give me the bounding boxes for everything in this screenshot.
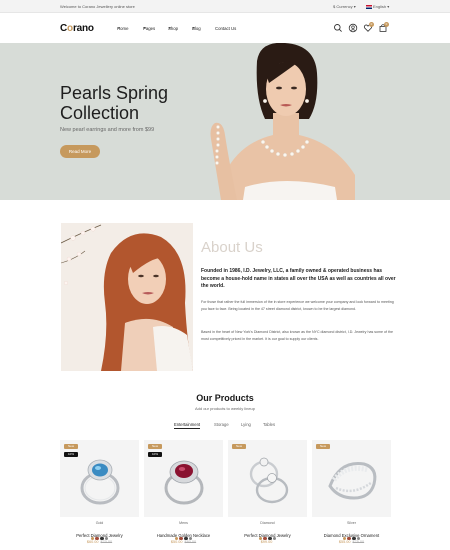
about-title: About Us [201, 239, 263, 256]
tab-tables[interactable]: Tables [263, 422, 275, 427]
about-paragraph: Based in the heart of New York's Diamond… [201, 330, 394, 341]
product-card[interactable]: New Diamond Perfect Diamond Jewelry $99.… [228, 440, 307, 550]
chevron-down-icon: ▾ [144, 26, 146, 30]
hero-banner: Pearls Spring Collection New pearl earrin… [0, 43, 450, 200]
read-more-button[interactable]: Read More [60, 145, 100, 158]
currency-label: $ Currency [333, 4, 353, 9]
product-price: $60.00 $70.00 [86, 540, 113, 544]
ring-image [80, 459, 120, 505]
product-price: $50.00 $80.00 [170, 540, 197, 544]
product-card[interactable]: New 10% Mens Handmade Golden Necklace $5… [144, 440, 223, 550]
chevron-down-icon: ▾ [169, 26, 171, 30]
new-badge: New [148, 444, 162, 449]
product-category[interactable]: Mens [144, 521, 223, 525]
about-image [61, 223, 193, 371]
products-subtitle: Add our products to weekly lineup [194, 406, 256, 411]
product-category[interactable]: Diamond [228, 521, 307, 525]
ring-image [328, 461, 377, 500]
hero-title: Pearls Spring Collection [60, 83, 169, 123]
product-card[interactable]: New Silver Diamond Exclusive Ornament $5… [312, 440, 391, 550]
language-selector[interactable]: English ▾ [366, 4, 389, 9]
product-price: $99.00 [260, 540, 273, 544]
welcome-text: Welcome to Corano Jewellery online store [60, 4, 135, 9]
sale-badge: 10% [148, 452, 162, 457]
product-category[interactable]: Silver [312, 521, 391, 525]
about-lead-text: Founded in 1986, I.D. Jewelry, LLC, a fa… [201, 268, 396, 289]
user-icon[interactable] [348, 23, 358, 33]
new-badge: New [316, 444, 330, 449]
ring-image [164, 460, 204, 505]
chevron-down-icon: ▾ [353, 4, 356, 9]
product-name[interactable]: Diamond Exclusive Ornament [312, 533, 391, 538]
sale-badge: 10% [64, 452, 78, 457]
product-name[interactable]: Perfect Diamond Jewelry [60, 533, 139, 538]
logo[interactable]: Corano [60, 23, 94, 34]
new-badge: New [64, 444, 78, 449]
product-category[interactable]: Gold [60, 521, 139, 525]
product-card[interactable]: New 10% Gold Perfect Diamond Jewelry $60… [60, 440, 139, 550]
nav-item-contact[interactable]: Contact Us [215, 26, 236, 31]
products-title: Our Products [196, 393, 254, 403]
currency-selector[interactable]: $ Currency ▾ [333, 4, 356, 9]
product-name[interactable]: Perfect Diamond Jewelry [228, 533, 307, 538]
tab-storage[interactable]: Storage [214, 422, 229, 427]
ring-image [249, 457, 289, 504]
language-label: English [373, 4, 387, 9]
about-paragraph: For those that rather the full immersion… [201, 300, 394, 311]
tab-lying[interactable]: Lying [241, 422, 251, 427]
tab-entertainment[interactable]: Entertainment [174, 422, 201, 429]
chevron-down-icon: ▾ [193, 26, 195, 30]
product-name[interactable]: Handmade Golden Necklace [144, 533, 223, 538]
chevron-down-icon: ▾ [118, 26, 120, 30]
product-price: $55.00 $75.00 [338, 540, 365, 544]
site-header: Corano Home ▾ Pages ▾ Shop ▾ Blog ▾ Contact … [0, 13, 450, 43]
flag-icon [366, 4, 372, 9]
hero-model-image [210, 43, 355, 200]
search-icon[interactable] [333, 23, 343, 33]
new-badge: New [232, 444, 246, 449]
product-image[interactable]: New 10% [60, 440, 139, 517]
hero-subtitle: New pearl earrings and more from $99 [60, 127, 155, 133]
cart-count-badge: 0 [384, 22, 389, 27]
product-image[interactable]: New [312, 440, 391, 517]
chevron-down-icon: ▾ [387, 4, 390, 9]
top-bar: Welcome to Corano Jewellery online store… [0, 0, 450, 13]
product-image[interactable]: New [228, 440, 307, 517]
wishlist-count-badge: 0 [369, 22, 374, 27]
product-image[interactable]: New 10% [144, 440, 223, 517]
